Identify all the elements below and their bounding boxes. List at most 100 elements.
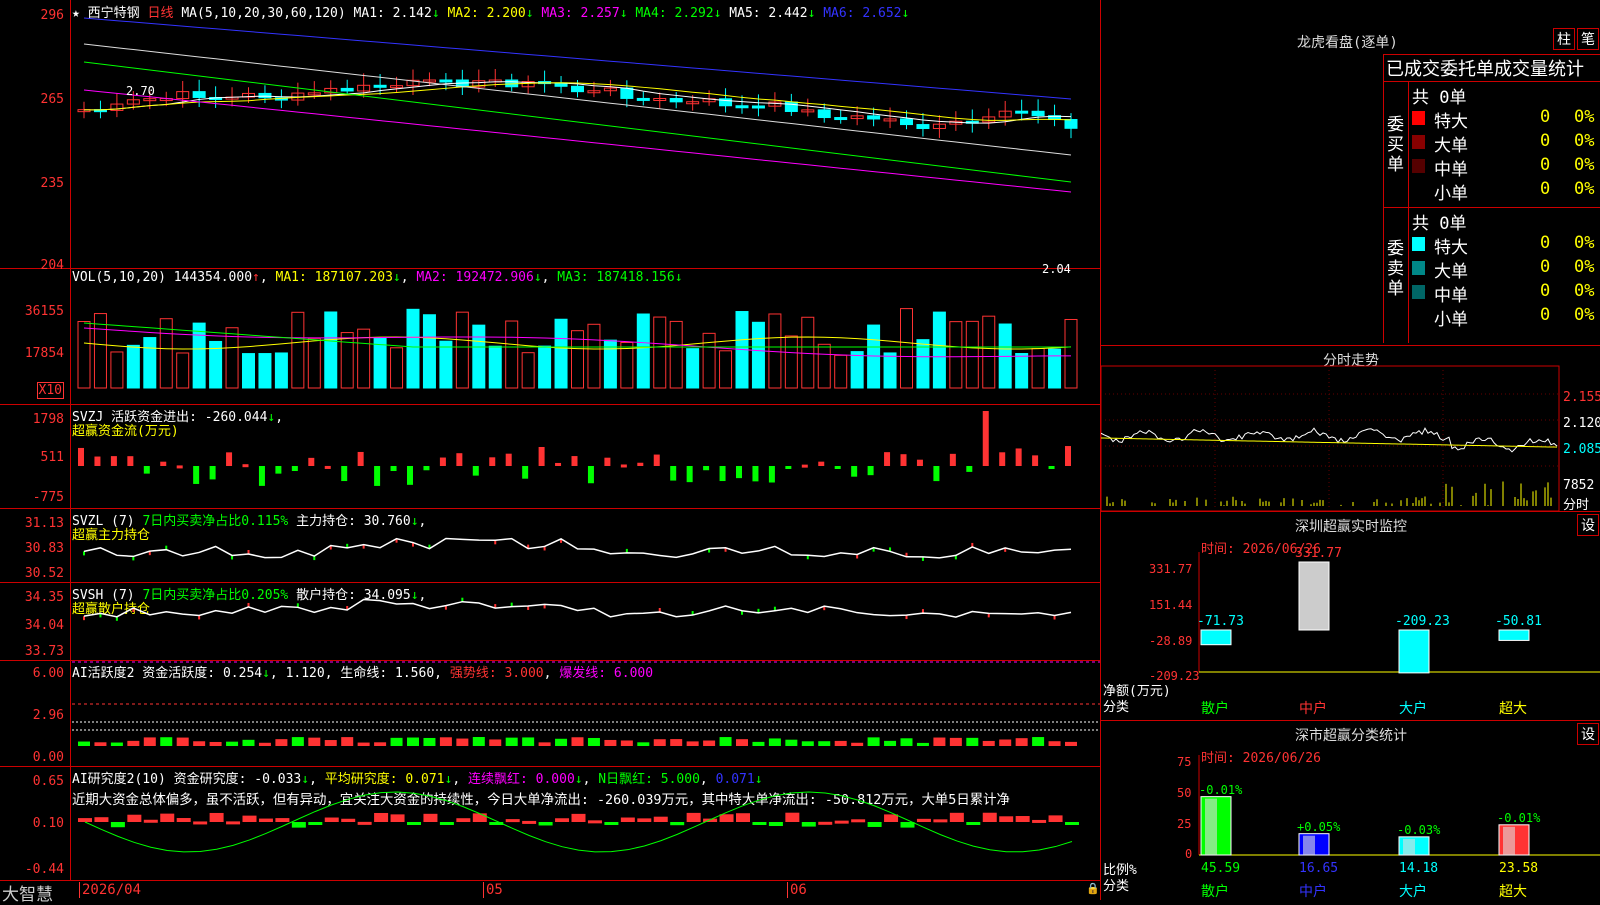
activity-bar [258, 742, 271, 746]
flow-bar [143, 466, 150, 474]
flow-bar [933, 466, 940, 482]
volume-bar [965, 320, 979, 389]
volume-bar [340, 332, 354, 389]
activity-bar [489, 739, 502, 746]
svsh-chart[interactable] [0, 582, 1100, 660]
order-pct: 0% [1574, 305, 1595, 325]
classify-value: 16.65 [1299, 861, 1339, 876]
activity-bar [719, 737, 732, 746]
candle [439, 79, 453, 83]
activity-bar [966, 737, 979, 746]
svzl-chart[interactable] [0, 508, 1100, 582]
activity-bar [291, 737, 304, 746]
activity-bar [949, 737, 962, 746]
order-count: 0 [1540, 107, 1551, 127]
research-bar [110, 822, 125, 828]
order-count: 0 [1540, 305, 1551, 325]
monitor-category: 散户 [1201, 701, 1229, 717]
flow-bar [587, 466, 594, 484]
research-bar [736, 813, 750, 822]
flow-bar [341, 466, 348, 482]
fenshi-price: 2.155 [1563, 390, 1600, 405]
order-row: 中单 0 0% [1412, 155, 1600, 180]
svsh-pane[interactable]: 34.35 34.04 33.73 SVSH (7) 7日内买卖净占比0.205… [0, 582, 1100, 661]
classify-change: -0.01% [1497, 810, 1541, 825]
order-type: 特大 [1434, 238, 1468, 258]
activity-bar [752, 741, 765, 746]
ai-activity-chart[interactable] [0, 660, 1100, 766]
volume-chart[interactable] [0, 268, 1100, 404]
buy-label: 委买单 [1387, 115, 1404, 175]
activity-bar [620, 740, 633, 746]
volume-pane[interactable]: 36155 17854 X10 VOL(5,10,20) 144354.000↑… [0, 268, 1100, 405]
ai-research-chart[interactable] [0, 766, 1100, 880]
classify-tick: 75 [1177, 755, 1192, 769]
flow-bar [752, 466, 759, 482]
classify-category: 散户 [1201, 884, 1229, 900]
classify-tick: 0 [1185, 847, 1193, 861]
flow-bar [949, 453, 956, 466]
flow-bar [719, 466, 726, 482]
volume-bar [817, 343, 831, 389]
activity-bar [407, 737, 419, 746]
lock-icon[interactable]: 🔒 [1086, 882, 1100, 895]
research-bar [768, 822, 783, 827]
ma3-line [83, 89, 1072, 193]
activity-bar [900, 738, 913, 746]
x-month: 05 [483, 882, 503, 898]
color-swatch [1412, 285, 1425, 299]
activity-bar [867, 737, 880, 746]
flow-bar [571, 456, 578, 466]
order-type: 大单 [1434, 262, 1468, 282]
monitor-bar [1398, 629, 1430, 674]
svzj-pane[interactable]: 1798 511 -775 SVZJ 活跃资金进出: -260.044↓, 超赢… [0, 404, 1100, 509]
flow-bar [522, 466, 529, 479]
flow-bar [209, 466, 216, 480]
research-bar [472, 813, 487, 822]
ai-research-pane[interactable]: 0.65 0.10 -0.44 AI研究度2(10) 资金研究度: -0.033… [0, 766, 1100, 881]
activity-bar [1032, 737, 1045, 746]
kline-pane[interactable]: 296 265 235 204 ★ 西宁特钢 日线 MA(5,10,20,30,… [0, 0, 1100, 276]
kline-chart[interactable] [0, 0, 1100, 268]
svzl-pane[interactable]: 31.13 30.83 30.52 SVZL (7) 7日内买卖净占比0.115… [0, 508, 1100, 583]
volume-bar [636, 313, 650, 389]
activity-bar [1015, 738, 1028, 746]
candle [834, 117, 848, 121]
order-pct: 0% [1574, 131, 1595, 151]
activity-bar [801, 741, 814, 746]
activity-bar [456, 738, 469, 746]
flow-bar [324, 465, 331, 469]
bar-mode-button[interactable]: 柱 [1553, 28, 1575, 50]
activity-bar [324, 740, 337, 746]
research-bar [258, 818, 273, 822]
svzj-chart[interactable] [0, 404, 1100, 508]
volume-bar [669, 320, 683, 389]
activity-bar [193, 741, 206, 746]
volume-bar [801, 316, 815, 389]
fenshi-panel[interactable]: 分时走势 2.155 2.120 2.085 7852 分时 [1100, 346, 1600, 513]
activity-bar [94, 742, 107, 746]
order-pct: 0% [1574, 155, 1595, 175]
volume-bar [455, 311, 469, 389]
flow-bar [670, 466, 677, 481]
ai-activity-pane[interactable]: 6.00 2.96 0.00 AI活跃度2 资金活跃度: 0.254↓, 1.1… [0, 660, 1100, 767]
volume-bar [1031, 348, 1045, 389]
order-total: 共 0单 [1412, 88, 1467, 108]
activity-bar [357, 742, 370, 746]
activity-bar [341, 737, 354, 746]
activity-bar [78, 741, 90, 746]
lhb-table: 已成交委托单成交量统计 委买单 委卖单 共 0单 特大 0 0% 大单 0 0% 中单 0 0% 小… [1383, 54, 1600, 343]
order-count: 0 [1540, 131, 1551, 151]
volume-bar [406, 308, 420, 389]
monitor-panel: 深圳超赢实时监控 设 时间: 2026/06/26 331.77 151.44 … [1100, 512, 1600, 721]
research-bar [982, 812, 997, 822]
activity-bar [555, 738, 568, 746]
research-bar [620, 817, 635, 822]
candle [916, 124, 930, 130]
tick-mode-button[interactable]: 笔 [1577, 28, 1599, 50]
flow-bar [818, 461, 825, 466]
flow-bar [999, 452, 1006, 466]
volume-bar [702, 332, 716, 389]
fenshi-chart[interactable] [1101, 346, 1600, 511]
classify-change: -0.03% [1397, 822, 1441, 837]
